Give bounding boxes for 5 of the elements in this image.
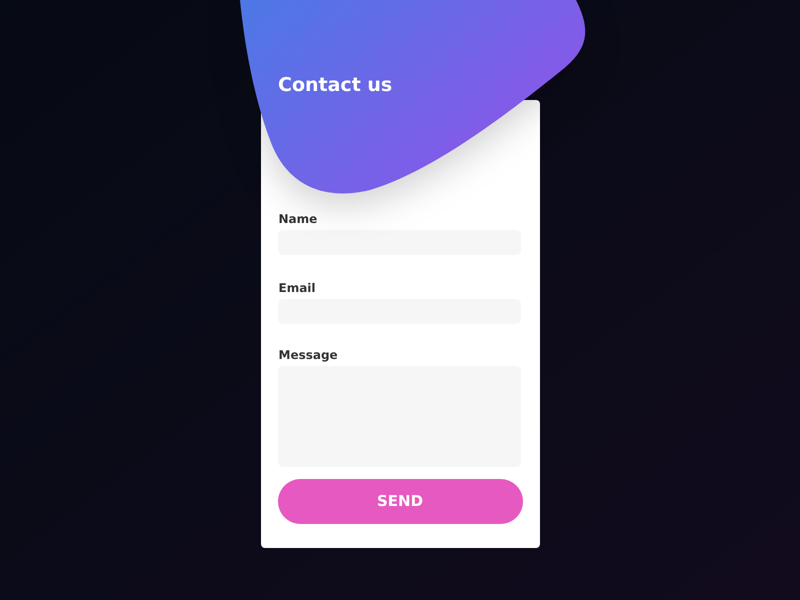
field-label: Name bbox=[278, 212, 318, 226]
field-label: Message bbox=[278, 348, 339, 362]
field-label: Email bbox=[278, 281, 317, 295]
send-button[interactable]: SEND bbox=[278, 479, 522, 524]
page-title: Contact us bbox=[278, 73, 392, 97]
